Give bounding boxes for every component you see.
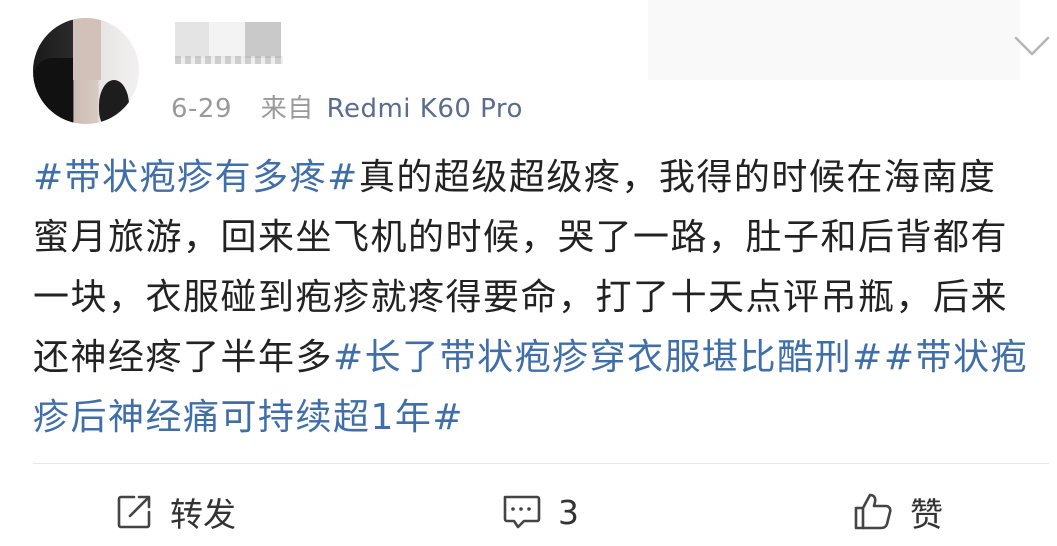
- chevron-down-icon[interactable]: [1013, 32, 1051, 60]
- avatar[interactable]: [33, 18, 139, 124]
- avatar-hair-right: [99, 80, 129, 124]
- repost-label: 转发: [170, 495, 236, 534]
- username-blur-line: [175, 56, 283, 64]
- like-label: 赞: [910, 495, 943, 534]
- post-meta: 6-29 来自 Redmi K60 Pro: [171, 88, 523, 125]
- header-blur-area: [648, 0, 1020, 80]
- thumbs-up-icon: [852, 491, 894, 533]
- post-content: #带状疱疹有多疼#真的超级超级疼，我得的时候在海南度蜜月旅游，回来坐飞机的时候，…: [33, 148, 1033, 448]
- post-date: 6-29: [171, 94, 233, 124]
- like-button[interactable]: 赞: [852, 488, 943, 536]
- avatar-face: [73, 18, 101, 80]
- hashtag-link[interactable]: #带状疱疹有多疼#: [33, 157, 359, 198]
- hashtag-link[interactable]: #长了带状疱疹穿衣服堪比酷刑#: [333, 337, 884, 378]
- username-blur-block: [245, 22, 281, 58]
- divider: [33, 463, 1049, 464]
- username-blurred[interactable]: [175, 22, 287, 64]
- username-blur-block: [209, 22, 245, 58]
- comment-count: 3: [558, 492, 579, 532]
- username-blur-block: [175, 22, 209, 58]
- source-prefix: 来自: [260, 94, 314, 124]
- comment-bubble-icon: [500, 492, 542, 532]
- share-box-icon: [114, 492, 154, 532]
- avatar-hair-left: [33, 58, 73, 124]
- weibo-post-card: 6-29 来自 Redmi K60 Pro #带状疱疹有多疼#真的超级超级疼，我…: [0, 0, 1057, 546]
- repost-button[interactable]: 转发: [114, 488, 236, 536]
- comment-button[interactable]: 3: [500, 488, 579, 536]
- source-device[interactable]: Redmi K60 Pro: [327, 94, 523, 124]
